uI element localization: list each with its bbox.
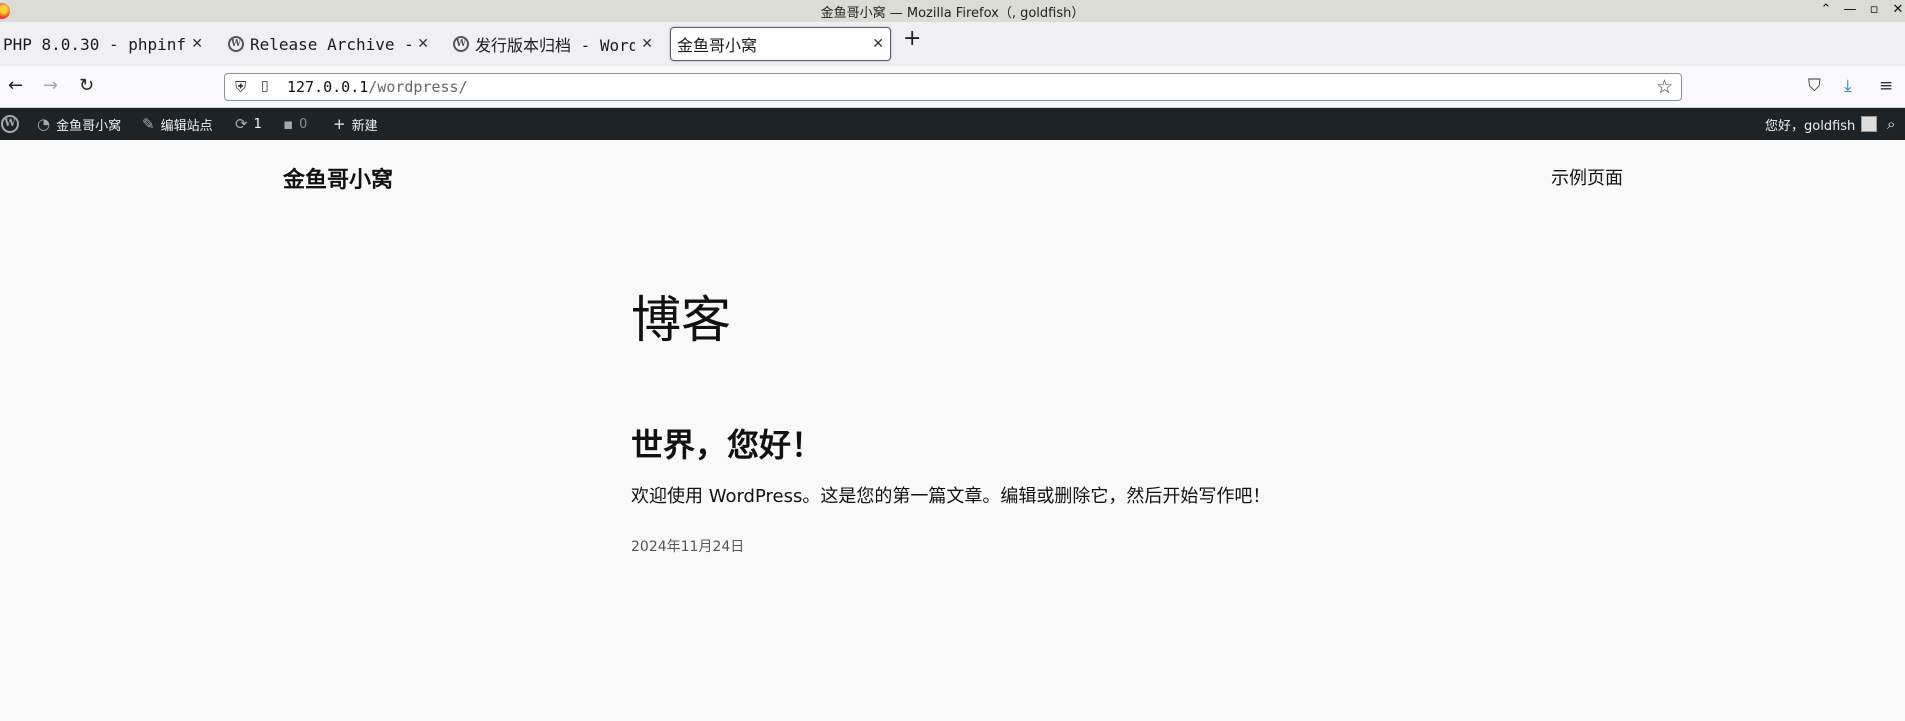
tab-release-archive-zh[interactable]: W 发行版本归档 - WordPress ✕ [447, 27, 659, 61]
new-content-label: 新建 [351, 118, 378, 134]
admin-bar-edit-site[interactable]: ✎ 编辑站点 [142, 108, 213, 140]
comment-icon: ▪ [283, 115, 294, 133]
navigation-toolbar: ← → ↻ ⛨ ▯ 127.0.0.1/wordpress/ ☆ ⛉ ⤓ ≡ [0, 66, 1905, 108]
wp-logo-menu[interactable]: W [1, 108, 19, 140]
tab-close-icon[interactable]: ✕ [641, 36, 653, 52]
window-controls: ⌃ — ▫ ✕ [1819, 2, 1905, 17]
admin-bar-updates[interactable]: ⟳ 1 [235, 108, 262, 140]
wordpress-icon: W [453, 36, 469, 52]
avatar [1861, 116, 1878, 132]
dashboard-icon: ◔ [37, 115, 51, 133]
reload-button[interactable]: ↻ [79, 75, 94, 96]
window-minimize-button[interactable]: — [1843, 2, 1857, 17]
url-path: /wordpress/ [368, 78, 468, 96]
page-info-icon[interactable]: ▯ [261, 78, 269, 94]
tab-close-icon[interactable]: ✕ [417, 36, 429, 52]
tab-phpinfo[interactable]: PHP 8.0.30 - phpinfo() ✕ [0, 27, 209, 61]
url-bar[interactable]: ⛨ ▯ 127.0.0.1/wordpress/ ☆ [224, 73, 1682, 101]
tab-release-archive[interactable]: W Release Archive - WordPress ✕ [222, 27, 435, 61]
search-icon: ⌕ [1887, 115, 1896, 133]
brush-icon: ✎ [142, 115, 155, 133]
edit-site-label: 编辑站点 [160, 118, 213, 134]
tracking-protection-shield-icon[interactable]: ⛨ [235, 78, 246, 96]
back-button[interactable]: ← [8, 75, 23, 96]
updates-icon: ⟳ [235, 115, 248, 133]
wordpress-icon: W [1, 115, 19, 133]
window-shade-button[interactable]: ⌃ [1819, 2, 1833, 17]
wp-admin-bar: W ◔ 金鱼哥小窝 ✎ 编辑站点 ⟳ 1 ▪ 0 + 新建 您好，goldfis… [0, 108, 1905, 140]
downloads-icon[interactable]: ⤓ [1844, 76, 1852, 96]
post-date-link[interactable]: 2024年11月24日 [631, 536, 744, 556]
tab-close-icon[interactable]: ✕ [872, 36, 884, 52]
tab-bar: PHP 8.0.30 - phpinfo() ✕ W Release Archi… [0, 22, 1905, 66]
post-title-link[interactable]: 世界，您好！ [631, 420, 823, 466]
tab-label: PHP 8.0.30 - phpinfo() [3, 34, 186, 54]
tab-close-icon[interactable]: ✕ [191, 36, 203, 52]
pocket-icon[interactable]: ⛉ [1808, 76, 1821, 96]
admin-bar-new-content[interactable]: + 新建 [333, 108, 378, 140]
bookmark-star-icon[interactable]: ☆ [1656, 76, 1673, 98]
post-excerpt: 欢迎使用 WordPress。这是您的第一篇文章。编辑或删除它，然后开始写作吧！ [631, 486, 1271, 507]
admin-bar-comments[interactable]: ▪ 0 [283, 108, 307, 140]
window-close-button[interactable]: ✕ [1891, 2, 1905, 17]
forward-button[interactable]: → [43, 75, 58, 96]
site-name-label: 金鱼哥小窝 [56, 118, 122, 134]
greeting-label: 您好，goldfish [1765, 118, 1856, 134]
window-title: 金鱼哥小窝 — Mozilla Firefox（, goldfish） [820, 6, 1085, 21]
wordpress-icon: W [228, 36, 244, 52]
comments-count: 0 [299, 116, 308, 132]
tab-label: 金鱼哥小窝 [677, 36, 758, 55]
window-titlebar: 金鱼哥小窝 — Mozilla Firefox（, goldfish） ⌃ — … [0, 0, 1905, 22]
url-host: 127.0.0.1 [287, 78, 369, 96]
admin-bar-site-name[interactable]: ◔ 金鱼哥小窝 [37, 108, 121, 140]
tab-label: 发行版本归档 - WordPress [475, 36, 636, 55]
updates-count: 1 [253, 116, 262, 132]
app-menu-icon[interactable]: ≡ [1879, 76, 1893, 96]
nav-item-sample-page[interactable]: 示例页面 [1551, 164, 1623, 190]
tab-label: Release Archive - WordPress [250, 34, 411, 54]
plus-icon: + [333, 115, 346, 133]
url-text[interactable]: 127.0.0.1/wordpress/ [287, 78, 468, 96]
window-maximize-button[interactable]: ▫ [1867, 2, 1881, 17]
tab-site-home[interactable]: 金鱼哥小窝 ✕ [670, 27, 891, 61]
admin-bar-my-account[interactable]: 您好，goldfish [1765, 108, 1878, 140]
page-title: 博客 [631, 291, 731, 349]
new-tab-button[interactable]: + [903, 26, 921, 51]
site-content: 金鱼哥小窝 示例页面 博客 世界，您好！ 欢迎使用 WordPress。这是您的… [0, 140, 1905, 721]
admin-bar-search[interactable]: ⌕ [1887, 108, 1895, 140]
site-title[interactable]: 金鱼哥小窝 [283, 162, 393, 194]
